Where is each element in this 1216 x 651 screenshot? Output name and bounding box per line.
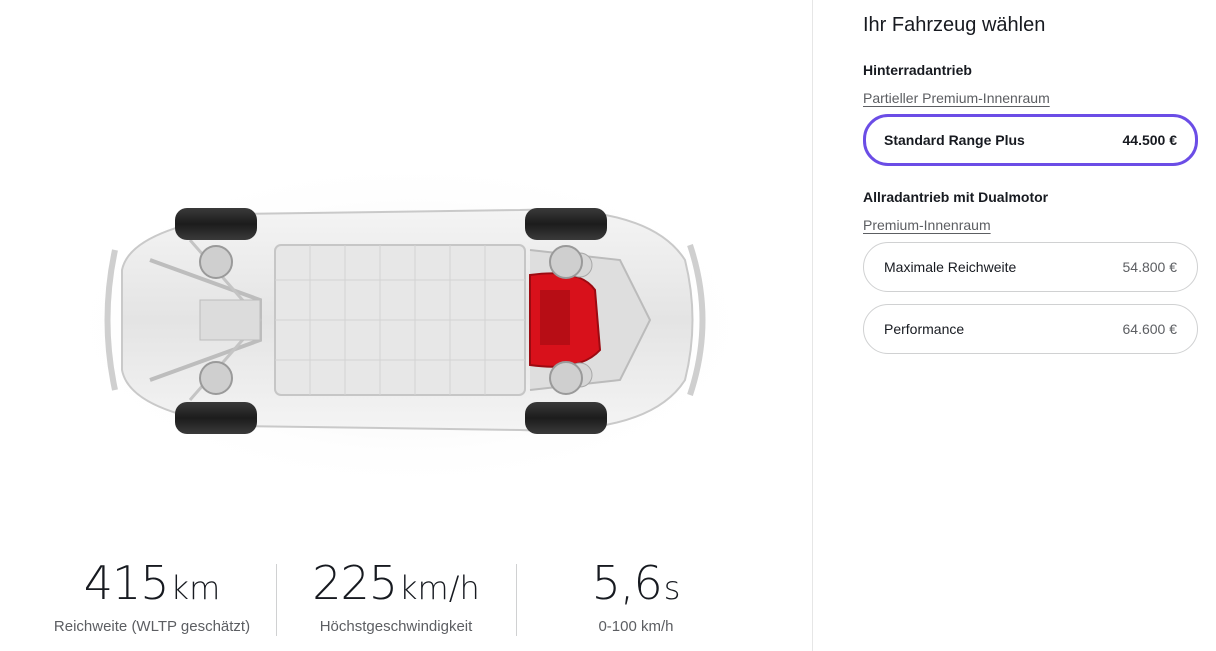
pane-divider (812, 0, 813, 651)
group-subheading-awd[interactable]: Premium-Innenraum (863, 217, 991, 233)
spec-top-speed-value: 225 (312, 556, 398, 610)
option-name: Performance (884, 321, 965, 337)
spec-top-speed-unit: km/h (399, 569, 480, 607)
spec-acceleration: 5,6 s 0-100 km/h (516, 556, 756, 646)
option-name: Maximale Reichweite (884, 259, 1017, 275)
spec-divider (276, 564, 277, 636)
spec-range-value: 415 (83, 556, 170, 610)
spec-acceleration-unit: s (663, 569, 681, 607)
page-title: Ihr Fahrzeug wählen (863, 14, 1046, 36)
group-subheading-rwd[interactable]: Partieller Premium-Innenraum (863, 90, 1050, 106)
vehicle-preview-pane: 415 km Reichweite (WLTP geschätzt) 225 k… (0, 0, 812, 651)
option-price: 54.800 € (1122, 259, 1178, 275)
spec-acceleration-value: 5,6 (591, 556, 663, 610)
option-name: Standard Range Plus (884, 132, 1025, 148)
spec-range: 415 km Reichweite (WLTP geschätzt) (28, 556, 276, 646)
spec-top-speed: 225 km/h Höchstgeschwindigkeit (276, 556, 516, 646)
option-standard-range-plus[interactable]: Standard Range Plus 44.500 € (863, 114, 1198, 166)
car-chassis-image (60, 150, 760, 490)
spec-top-speed-label: Höchstgeschwindigkeit (319, 618, 473, 635)
spec-range-unit: km (170, 569, 221, 607)
group-heading-awd: Allradantrieb mit Dualmotor (863, 189, 1049, 205)
group-heading-rwd: Hinterradantrieb (863, 62, 972, 78)
spec-acceleration-label: 0-100 km/h (598, 618, 674, 635)
spec-range-label: Reichweite (WLTP geschätzt) (53, 618, 251, 635)
specs-row: 415 km Reichweite (WLTP geschätzt) 225 k… (28, 556, 756, 646)
option-price: 64.600 € (1122, 321, 1178, 337)
option-price: 44.500 € (1122, 132, 1178, 148)
option-maximale-reichweite[interactable]: Maximale Reichweite 54.800 € (863, 242, 1198, 292)
option-performance[interactable]: Performance 64.600 € (863, 304, 1198, 354)
configurator-panel: Ihr Fahrzeug wählen Hinterradantrieb Par… (863, 0, 1199, 651)
spec-divider (516, 564, 517, 636)
